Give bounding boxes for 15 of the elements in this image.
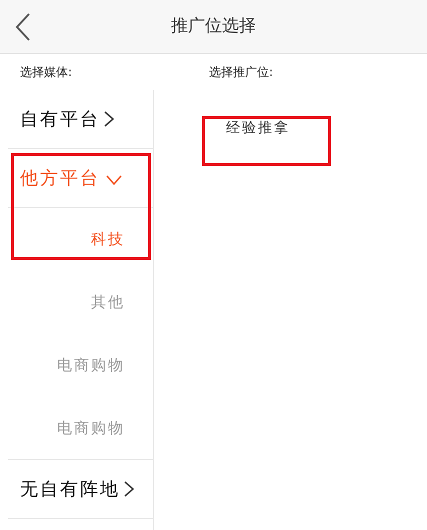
media-group[interactable]: 无自有阵地 [8, 460, 153, 519]
chevron-down-icon [106, 175, 122, 185]
media-item[interactable]: 科技 [91, 228, 125, 251]
media-item[interactable]: 电商购物 [57, 354, 125, 377]
back-icon [15, 13, 31, 41]
media-group[interactable]: 他方平台 [8, 149, 153, 208]
chevron-right-icon [104, 111, 114, 127]
media-item[interactable]: 其他 [91, 291, 125, 314]
slot-label: 选择推广位: [209, 64, 274, 81]
slot-item[interactable]: 经验推拿 [226, 118, 290, 139]
chevron-right-icon [124, 481, 134, 497]
media-item[interactable]: 电商购物 [57, 416, 125, 440]
media-group[interactable]: 自有平台 [8, 90, 153, 149]
media-label: 选择媒体: [20, 64, 74, 81]
page-title: 推广位选择 [171, 14, 256, 38]
